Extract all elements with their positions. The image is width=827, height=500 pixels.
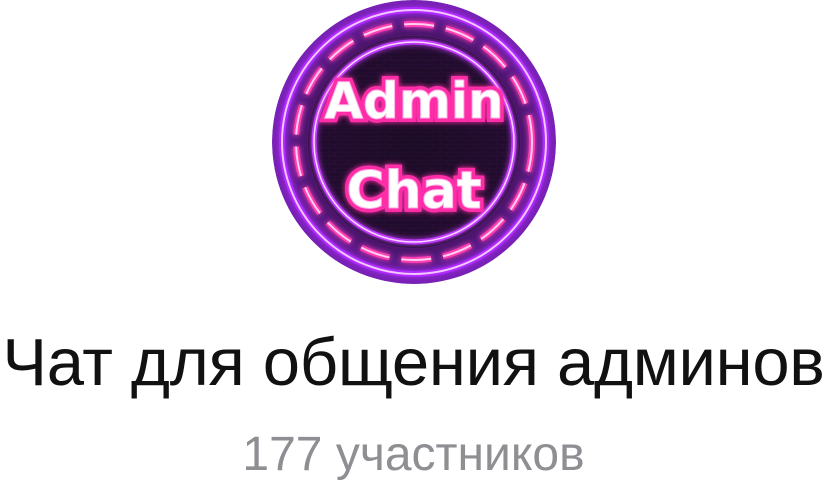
member-count[interactable]: 177 участников bbox=[0, 426, 827, 484]
chat-profile-header: Admin Admin Chat Chat Чат для общения ад… bbox=[0, 0, 827, 500]
svg-text:Chat: Chat bbox=[346, 161, 481, 221]
svg-text:Admin: Admin bbox=[324, 72, 503, 130]
chat-title: Чат для общения админов bbox=[2, 325, 825, 400]
admin-chat-logo-icon: Admin Admin Chat Chat bbox=[272, 0, 556, 284]
chat-avatar[interactable]: Admin Admin Chat Chat bbox=[272, 0, 556, 284]
